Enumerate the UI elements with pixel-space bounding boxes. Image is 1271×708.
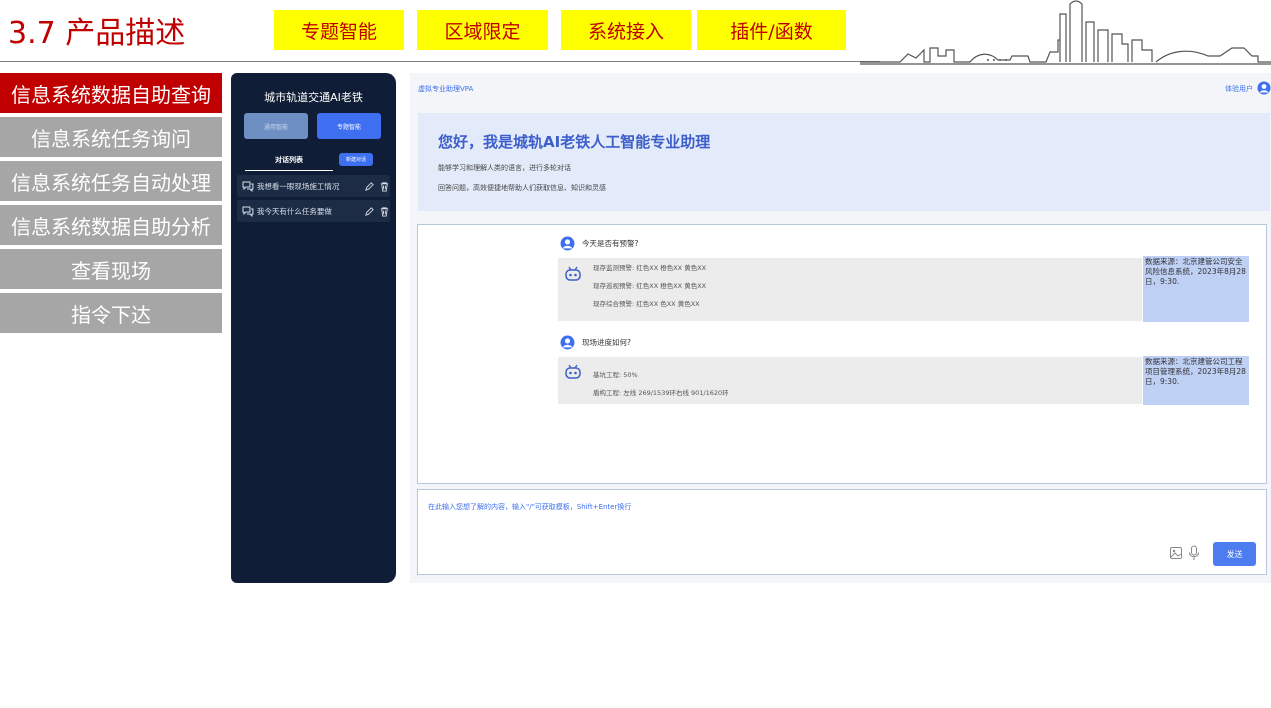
tag-topic-intelligence: 专题智能 (274, 10, 404, 50)
robot-icon (565, 266, 581, 281)
image-icon[interactable] (1169, 546, 1183, 560)
chat-window: 今天是否有预警? 现存监测预警: 红色XX 橙色XX 黄色XX 现存巡视预警: … (417, 224, 1267, 484)
welcome-title: 您好，我是城轨AI老铁人工智能专业助理 (438, 133, 711, 151)
answer-line: 现存巡视预警: 红色XX 橙色XX 黄色XX (593, 282, 707, 290)
user-message: 今天是否有预警? (560, 236, 638, 251)
data-source-note: 数据来源：北京建管公司工程项目管理系统，2023年8月28日，9:30. (1143, 356, 1249, 405)
vpa-label: 虚拟专业助理VPA (418, 85, 474, 93)
microphone-icon[interactable] (1187, 545, 1201, 561)
edit-icon[interactable] (364, 206, 375, 217)
chat-bubble-icon (242, 206, 254, 218)
user-avatar-icon (560, 236, 575, 251)
nav-item-command[interactable]: 指令下达 (0, 293, 222, 333)
app-sidebar: 城市轨道交通AI老铁 通用智能 专题智能 对话列表 新建对话 我想看一眼现场施工… (231, 73, 396, 583)
answer-line: 盾构工程: 左线 269/1539环右线 901/1620环 (593, 389, 729, 397)
nav-item-task-inquiry[interactable]: 信息系统任务询问 (0, 117, 222, 157)
trash-icon[interactable] (379, 181, 390, 192)
skyline-icon (860, 0, 1271, 65)
conversation-item[interactable]: 我想看一眼现场施工情况 (237, 175, 390, 197)
nav-item-task-auto[interactable]: 信息系统任务自动处理 (0, 161, 222, 201)
user-message-text: 今天是否有预警? (582, 239, 639, 248)
welcome-line-2: 回答问题，高效便捷地帮助人们获取信息、知识和灵感 (438, 184, 606, 192)
tag-system-access: 系统接入 (561, 10, 691, 50)
edit-icon[interactable] (364, 181, 375, 192)
user-message-text: 现场进度如何? (582, 338, 631, 347)
data-source-note: 数据来源：北京建管公司安全风险信息系统，2023年8月28日，9:30. (1143, 256, 1249, 322)
new-chat-button[interactable]: 新建对话 (339, 153, 373, 166)
assistant-message: 现存监测预警: 红色XX 橙色XX 黄色XX 现存巡视预警: 红色XX 橙色XX… (558, 258, 1142, 321)
conversation-item[interactable]: 我今天有什么任务要做 (237, 200, 390, 222)
answer-line: 现存监测预警: 红色XX 橙色XX 黄色XX (593, 264, 707, 272)
mode-general-button[interactable]: 通用智能 (244, 113, 308, 139)
assistant-message: 基坑工程: 50% 盾构工程: 左线 269/1539环右线 901/1620环 (558, 357, 1142, 404)
input-placeholder: 在此输入您想了解的内容，输入"/"可获取模板，Shift+Enter换行 (428, 503, 632, 511)
welcome-panel: 您好，我是城轨AI老铁人工智能专业助理 能够学习和理解人类的语言，进行多轮对话 … (418, 113, 1270, 211)
conversation-list-title: 对话列表 (245, 155, 333, 171)
nav-item-view-site[interactable]: 查看现场 (0, 249, 222, 289)
send-button[interactable]: 发送 (1213, 542, 1256, 566)
user-avatar-icon (560, 335, 575, 350)
robot-icon (565, 364, 581, 379)
page-title: 3.7 产品描述 (8, 16, 186, 51)
nav-item-data-query[interactable]: 信息系统数据自助查询 (0, 73, 222, 113)
conversation-title: 我今天有什么任务要做 (256, 206, 332, 216)
conversation-title: 我想看一眼现场施工情况 (256, 181, 340, 191)
chat-bubble-icon (242, 181, 254, 193)
header-divider (0, 61, 880, 62)
answer-line: 现存综合预警: 红色XX 色XX 黄色XX (593, 300, 700, 308)
tag-region-limited: 区域限定 (417, 10, 548, 50)
user-avatar-icon[interactable] (1257, 81, 1271, 95)
app-title: 城市轨道交通AI老铁 (264, 91, 363, 104)
message-input[interactable]: 在此输入您想了解的内容，输入"/"可获取模板，Shift+Enter换行 发送 (417, 489, 1267, 575)
user-label[interactable]: 体验用户 (1225, 84, 1253, 94)
mode-topic-button[interactable]: 专题智能 (317, 113, 381, 139)
welcome-line-1: 能够学习和理解人类的语言，进行多轮对话 (438, 164, 571, 172)
trash-icon[interactable] (379, 206, 390, 217)
main-panel: 虚拟专业助理VPA 体验用户 您好，我是城轨AI老铁人工智能专业助理 能够学习和… (410, 73, 1271, 583)
tag-plugin-function: 插件/函数 (697, 10, 846, 50)
answer-line: 基坑工程: 50% (593, 371, 638, 379)
user-message: 现场进度如何? (560, 335, 631, 350)
nav-item-data-analysis[interactable]: 信息系统数据自助分析 (0, 205, 222, 245)
